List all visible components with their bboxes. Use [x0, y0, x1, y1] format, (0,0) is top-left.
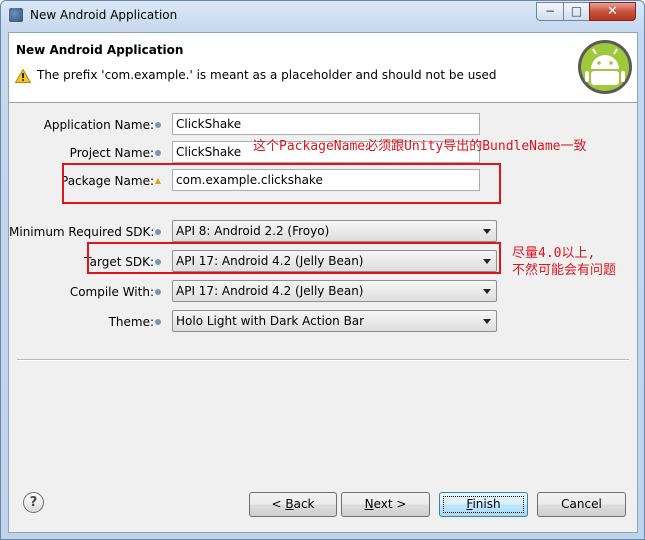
next-rest: ext >: [373, 497, 407, 511]
sdk-note-line2: 不然可能会有问题: [512, 263, 617, 278]
finish-button[interactable]: Finish: [439, 492, 528, 517]
info-icon: [155, 229, 162, 235]
chevron-down-icon: [483, 319, 491, 324]
back-prefix: <: [271, 497, 286, 511]
minimize-button[interactable]: −: [536, 2, 564, 21]
close-icon: ✕: [607, 4, 618, 19]
theme-value: Holo Light with Dark Action Bar: [176, 314, 365, 328]
close-button[interactable]: ✕: [589, 2, 636, 21]
maximize-button[interactable]: □: [563, 2, 590, 21]
header-message: The prefix 'com.example.' is meant as a …: [37, 68, 497, 82]
theme-select[interactable]: Holo Light with Dark Action Bar: [172, 310, 497, 332]
dialog-window: New Android Application − □ ✕ New Androi…: [0, 0, 645, 540]
maximize-icon: □: [570, 4, 583, 18]
separator: [17, 359, 629, 361]
page-title: New Android Application: [16, 43, 184, 57]
compile-with-label: Compile With:: [9, 285, 161, 299]
chevron-down-icon: [483, 289, 491, 294]
package-note: 这个PackageName必须跟Unity导出的BundleName一致: [253, 139, 587, 154]
theme-label: Theme:: [9, 315, 161, 329]
min-sdk-select[interactable]: API 8: Android 2.2 (Froyo): [172, 220, 497, 242]
project-name-label: Project Name:: [9, 146, 161, 160]
android-logo-icon: [578, 40, 632, 94]
application-name-label: Application Name:: [9, 118, 161, 132]
dialog-client: New Android Application The prefix 'com.…: [8, 32, 638, 533]
back-mnemonic: B: [285, 497, 294, 511]
target-sdk-highlight: [87, 242, 501, 274]
min-sdk-value: API 8: Android 2.2 (Froyo): [176, 224, 330, 238]
back-button[interactable]: < Back: [249, 492, 337, 517]
next-mnemonic: N: [364, 497, 374, 511]
chevron-down-icon: [483, 229, 491, 234]
application-name-input[interactable]: ClickShake: [172, 113, 480, 135]
focus-ring: [443, 496, 524, 513]
help-icon[interactable]: ?: [23, 492, 44, 513]
warning-icon: [15, 69, 31, 83]
sdk-note-line1: 尽量4.0以上,: [512, 246, 596, 261]
package-name-highlight: [62, 163, 501, 204]
title-bar[interactable]: New Android Application − □ ✕: [1, 1, 644, 31]
min-sdk-label: Minimum Required SDK:: [9, 225, 162, 239]
info-icon: [155, 289, 161, 295]
back-rest: ack: [293, 497, 315, 511]
cancel-button[interactable]: Cancel: [537, 492, 626, 517]
minimize-icon: −: [544, 4, 556, 18]
info-icon: [155, 122, 161, 128]
wizard-header: New Android Application The prefix 'com.…: [9, 33, 637, 103]
next-button[interactable]: Next >: [341, 492, 430, 517]
window-title: New Android Application: [30, 8, 178, 22]
compile-with-select[interactable]: API 17: Android 4.2 (Jelly Bean): [172, 280, 497, 302]
app-icon: [9, 8, 23, 22]
info-icon: [155, 319, 161, 325]
compile-with-value: API 17: Android 4.2 (Jelly Bean): [176, 284, 364, 298]
info-icon: [155, 150, 161, 156]
